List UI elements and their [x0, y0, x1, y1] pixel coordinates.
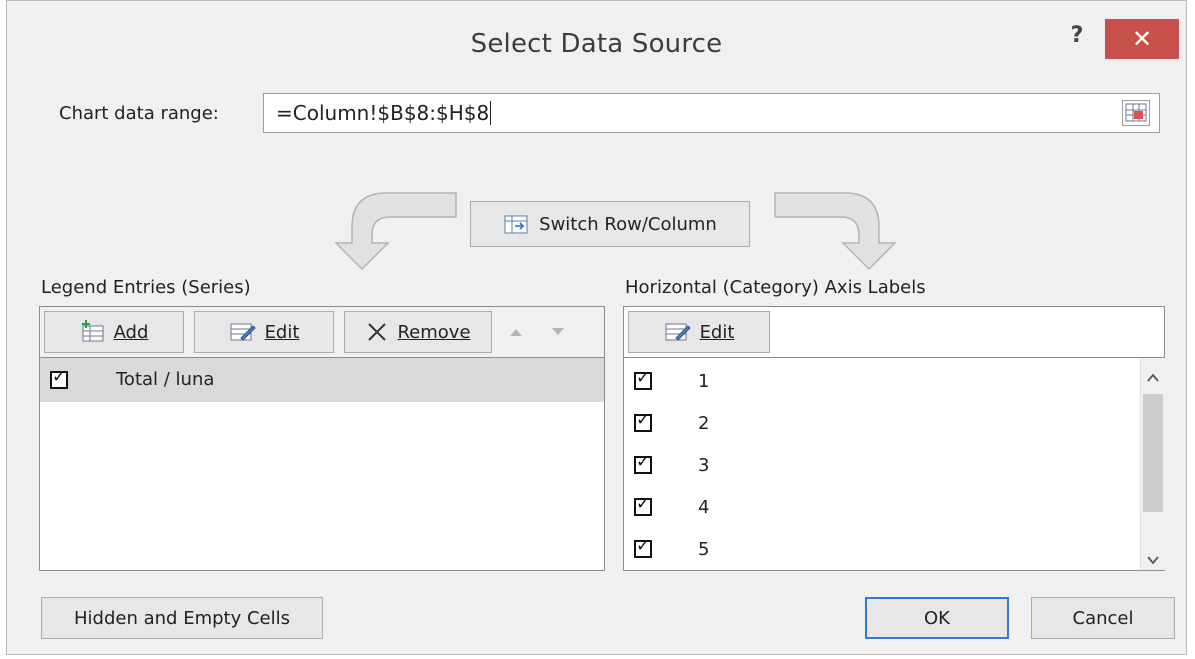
ok-button[interactable]: OK [865, 597, 1009, 639]
axis-item-label: 4 [698, 497, 710, 518]
axis-item-checkbox[interactable] [634, 536, 652, 558]
axis-item-label: 3 [698, 455, 710, 476]
remove-series-button[interactable]: Remove [344, 311, 492, 353]
add-series-button[interactable]: Add [44, 311, 184, 353]
edit-series-label: Edit [264, 321, 300, 343]
cancel-label: Cancel [1072, 607, 1134, 629]
range-select-icon [1125, 103, 1147, 122]
add-label: Add [113, 321, 149, 343]
chart-data-range-value: =Column!$B$8:$H$8 [276, 101, 490, 125]
edit-axis-labels-label: Edit [699, 321, 735, 343]
chart-data-range-input[interactable]: =Column!$B$8:$H$8 [263, 93, 1160, 133]
edit-series-button[interactable]: Edit [194, 311, 334, 353]
axis-labels-heading: Horizontal (Category) Axis Labels [625, 277, 926, 298]
right-curved-arrow-icon [774, 192, 897, 271]
hidden-and-empty-cells-label: Hidden and Empty Cells [74, 607, 290, 629]
chart-data-range-label-text: Chart data range: [59, 103, 219, 124]
switch-row-column-button[interactable]: Switch Row/Column [470, 201, 750, 247]
ok-label: OK [924, 607, 950, 629]
axis-item-label: 5 [698, 539, 710, 560]
axis-item-checkbox[interactable] [634, 452, 652, 474]
cancel-button[interactable]: Cancel [1031, 597, 1175, 639]
axis-item-label: 1 [698, 371, 710, 392]
add-icon [81, 320, 104, 342]
legend-entries-panel: Add Edit Remove Total / luna [39, 306, 605, 571]
axis-item-label: 2 [698, 413, 710, 434]
hidden-and-empty-cells-button[interactable]: Hidden and Empty Cells [41, 597, 323, 639]
legend-entries-heading: Legend Entries (Series) [41, 277, 251, 298]
axis-item-checkbox[interactable] [634, 410, 652, 432]
chart-data-range-label: Chart data range: [59, 103, 219, 124]
left-curved-arrow-icon [334, 192, 457, 271]
series-checkbox[interactable] [50, 367, 68, 389]
series-row[interactable]: Total / luna [40, 358, 604, 402]
edit-icon [665, 323, 691, 341]
switch-row-column-icon [504, 215, 528, 234]
move-up-icon[interactable] [508, 323, 524, 342]
dialog-title: Select Data Source [470, 29, 723, 59]
axis-scrollbar[interactable] [1140, 358, 1165, 570]
scroll-thumb[interactable] [1143, 394, 1163, 512]
edit-icon [230, 323, 256, 341]
collapse-dialog-button[interactable] [1122, 100, 1150, 126]
move-down-icon[interactable] [550, 323, 566, 342]
close-button[interactable]: ✕ [1105, 19, 1179, 59]
scroll-down-icon[interactable] [1147, 550, 1159, 569]
edit-axis-labels-button[interactable]: Edit [628, 311, 770, 353]
axis-item-checkbox[interactable] [634, 494, 652, 516]
remove-label: Remove [397, 321, 471, 343]
axis-item-checkbox[interactable] [634, 368, 652, 390]
scroll-up-icon[interactable] [1147, 368, 1159, 387]
select-data-source-dialog: Select Data Source ? ✕ Chart data range:… [6, 0, 1187, 655]
remove-icon [368, 323, 387, 341]
series-label: Total / luna [116, 369, 215, 390]
switch-row-column-label: Switch Row/Column [539, 213, 717, 235]
axis-labels-panel: Edit 1 2 3 4 5 [623, 306, 1165, 571]
help-button[interactable]: ? [1062, 21, 1092, 51]
